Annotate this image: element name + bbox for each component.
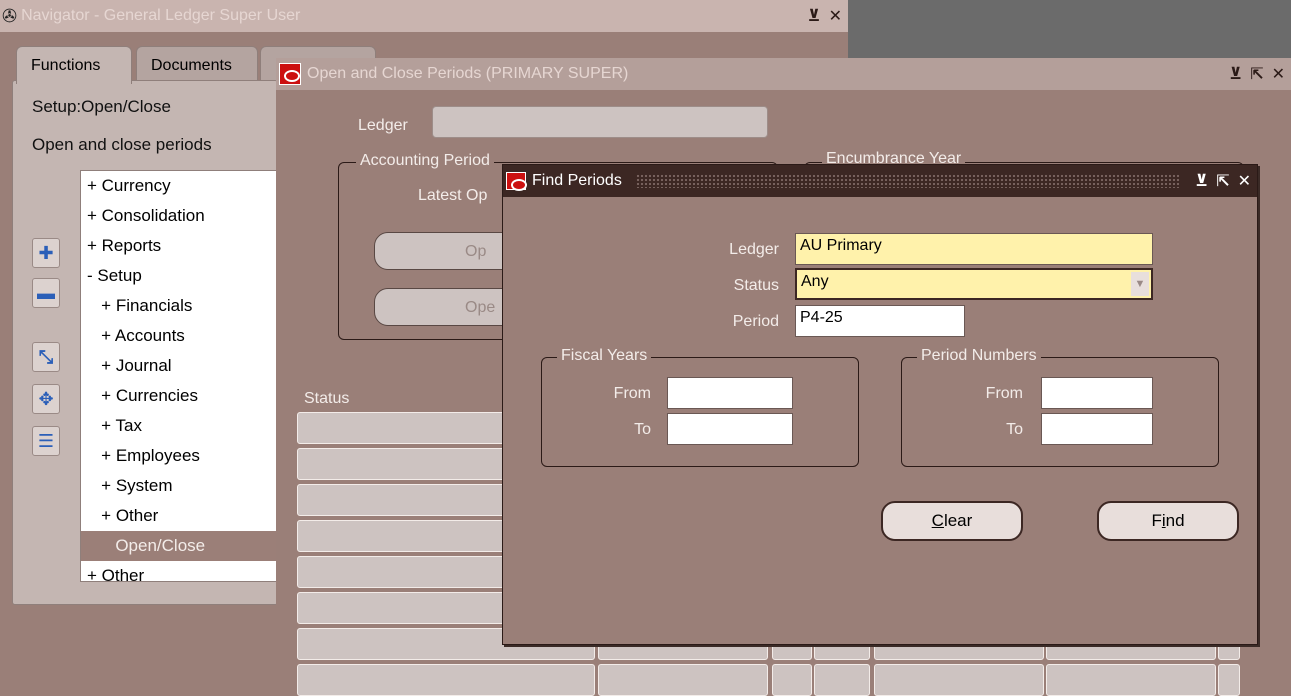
fiscal-years-group (541, 357, 859, 467)
oracle-logo-icon (279, 63, 301, 85)
maximize-icon[interactable]: ⇱ (1250, 64, 1263, 84)
fy-from-label: From (613, 385, 651, 402)
find-status-label: Status (733, 277, 779, 294)
close-icon[interactable]: ✕ (829, 6, 842, 26)
tab-functions[interactable]: Functions (16, 46, 132, 84)
latest-open-label: Latest Op (418, 187, 488, 204)
navigator-app-icon: ✇ (2, 5, 18, 26)
clear-button[interactable]: Clear (881, 501, 1023, 541)
maximize-icon[interactable]: ⇱ (1216, 171, 1229, 191)
minimize-icon[interactable]: ⊻ (808, 6, 821, 26)
find-period-label: Period (732, 313, 779, 330)
expand-branch-icon[interactable]: ⤡ (32, 342, 60, 372)
close-icon[interactable]: ✕ (1272, 64, 1285, 84)
minimize-icon[interactable]: ⊻ (1229, 64, 1242, 84)
pn-from-field[interactable] (1041, 377, 1153, 409)
find-ledger-field[interactable]: AU Primary (795, 233, 1153, 265)
grid-cell[interactable] (297, 664, 595, 696)
pn-to-field[interactable] (1041, 413, 1153, 445)
function-tree[interactable]: + Currency + Consolidation + Reports - Setu… (80, 170, 278, 582)
tab-documents[interactable]: Documents (136, 46, 258, 82)
add-icon[interactable]: ✚ (32, 238, 60, 268)
fy-to-field[interactable] (667, 413, 793, 445)
ocp-title-bar: Open and Close Periods (PRIMARY SUPER) ⊻… (276, 58, 1291, 90)
status-column-label: Status (304, 390, 350, 407)
navigator-path-label: Setup:Open/Close (32, 97, 171, 116)
fiscal-years-label: Fiscal Years (557, 347, 652, 365)
tree-item[interactable]: + System (87, 471, 277, 501)
navigator-title-bar: ✇ Navigator - General Ledger Super User … (0, 0, 848, 32)
find-periods-dialog: Find Periods ⊻ ⇱ ✕ Ledger AU Primary Sta… (502, 164, 1258, 645)
tree-item[interactable]: Open/Close (81, 531, 277, 561)
tree-item[interactable]: + Currencies (87, 381, 277, 411)
expand-all-icon[interactable]: ✥ (32, 384, 60, 414)
find-button[interactable]: Find (1097, 501, 1239, 541)
period-numbers-group (901, 357, 1219, 467)
period-numbers-label: Period Numbers (917, 347, 1041, 365)
tree-item[interactable]: + Consolidation (87, 201, 277, 231)
ocp-ledger-field[interactable] (432, 106, 768, 138)
find-period-field[interactable]: P4-25 (795, 305, 965, 337)
tree-item[interactable]: + Currency (87, 171, 277, 201)
navigator-description: Open and close periods (32, 135, 212, 154)
find-ledger-label: Ledger (729, 241, 779, 258)
accounting-period-label: Accounting Period (356, 152, 494, 170)
tree-item[interactable]: + Journal (87, 351, 277, 381)
oracle-logo-icon (506, 172, 527, 191)
tree-item[interactable]: + Employees (87, 441, 277, 471)
find-status-select[interactable]: Any ▼ (795, 268, 1153, 300)
title-drag-area[interactable] (635, 174, 1180, 188)
collapse-all-icon[interactable]: ☰ (32, 426, 60, 456)
grid-cell[interactable] (772, 664, 812, 696)
tree-item[interactable]: - Setup (87, 261, 277, 291)
tree-item[interactable]: + Accounts (87, 321, 277, 351)
ocp-ledger-label: Ledger (358, 117, 408, 134)
tree-item[interactable]: + Other (87, 561, 277, 581)
fy-to-label: To (634, 421, 651, 438)
chevron-down-icon[interactable]: ▼ (1131, 272, 1149, 296)
tree-item[interactable]: + Financials (87, 291, 277, 321)
remove-icon[interactable]: ▬ (32, 278, 60, 308)
tree-item[interactable]: + Reports (87, 231, 277, 261)
grid-cell[interactable] (814, 664, 870, 696)
find-title: Find Periods (532, 172, 622, 189)
grid-cell[interactable] (598, 664, 768, 696)
minimize-icon[interactable]: ⊻ (1195, 171, 1208, 191)
grid-cell[interactable] (1218, 664, 1240, 696)
pn-to-label: To (1006, 421, 1023, 438)
navigator-title: Navigator - General Ledger Super User (21, 7, 301, 24)
grid-cell[interactable] (1046, 664, 1216, 696)
grid-cell[interactable] (874, 664, 1044, 696)
tree-item[interactable]: + Tax (87, 411, 277, 441)
fy-from-field[interactable] (667, 377, 793, 409)
close-icon[interactable]: ✕ (1238, 171, 1251, 191)
find-title-bar: Find Periods ⊻ ⇱ ✕ (503, 165, 1257, 197)
pn-from-label: From (985, 385, 1023, 402)
ocp-title: Open and Close Periods (PRIMARY SUPER) (307, 65, 629, 82)
tree-item[interactable]: + Other (87, 501, 277, 531)
